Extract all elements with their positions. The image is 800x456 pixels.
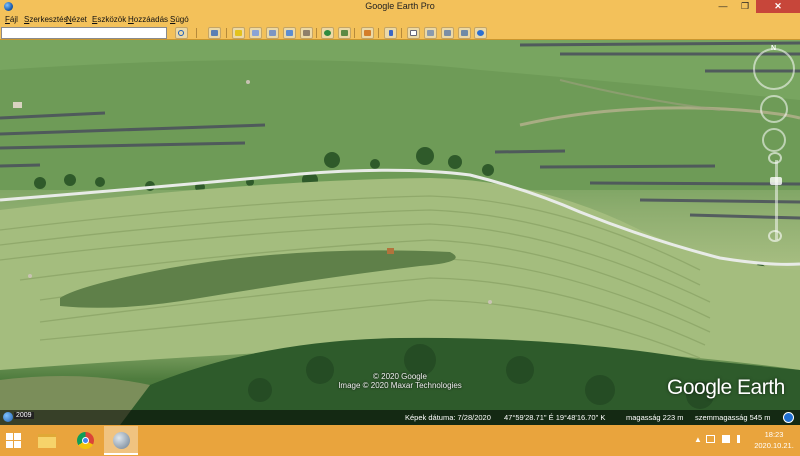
elevation: magasság 223 m — [626, 413, 684, 422]
restore-button[interactable]: ❐ — [734, 0, 756, 13]
street-view-pegman-icon[interactable] — [762, 128, 786, 152]
image-date: Képek dátuma: 7/28/2020 — [405, 413, 491, 422]
toolbar-separator — [354, 28, 355, 38]
historical-imagery-icon[interactable] — [3, 412, 13, 422]
menu-view[interactable]: Nézet — [66, 15, 87, 24]
sunlight-icon[interactable] — [338, 27, 351, 39]
search-icon[interactable] — [175, 27, 188, 39]
toolbar — [0, 26, 800, 40]
save-image-icon[interactable] — [441, 27, 454, 39]
menu-tools[interactable]: Eszközök — [92, 15, 126, 24]
look-joystick[interactable] — [753, 48, 795, 90]
placemark-icon[interactable] — [232, 27, 245, 39]
zoom-out-button[interactable] — [768, 230, 782, 242]
north-indicator[interactable]: N — [771, 45, 776, 52]
email-icon[interactable] — [407, 27, 420, 39]
menu-edit[interactable]: Szerkesztés — [24, 15, 68, 24]
print-icon[interactable] — [424, 27, 437, 39]
path-icon[interactable] — [266, 27, 279, 39]
imagery-year: 2009 — [14, 412, 34, 419]
menu-help[interactable]: Súgó — [170, 15, 189, 24]
ruler-icon[interactable] — [384, 27, 397, 39]
toolbar-separator — [316, 28, 317, 38]
volume-icon[interactable] — [737, 435, 744, 443]
maps-icon[interactable] — [458, 27, 471, 39]
system-clock[interactable]: 18:23 2020.10.21. — [752, 429, 796, 451]
tour-icon[interactable] — [300, 27, 313, 39]
toolbar-separator — [196, 28, 197, 38]
taskbar: ▲ 18:23 2020.10.21. — [0, 425, 800, 456]
coordinates: 47°59'28.71" É 19°48'16.70" K — [504, 413, 606, 422]
status-bar: 2009 Képek dátuma: 7/28/2020 47°59'28.71… — [0, 410, 800, 425]
close-button[interactable]: ✕ — [756, 0, 800, 13]
eye-altitude: szemmagasság 545 m — [695, 413, 771, 422]
battery-icon[interactable] — [722, 435, 730, 443]
menu-add[interactable]: Hozzáadás — [128, 15, 168, 24]
toolbar-separator — [401, 28, 402, 38]
windows-start-icon[interactable] — [6, 433, 22, 449]
zoom-slider-handle[interactable] — [770, 177, 782, 185]
title-bar: Google Earth Pro — ❐ ✕ — [0, 0, 800, 13]
show-hidden-icons-button[interactable]: ▲ — [694, 435, 702, 444]
toolbar-separator — [378, 28, 379, 38]
clock-time: 18:23 — [764, 430, 784, 439]
google-earth-gallery-icon[interactable] — [474, 27, 487, 39]
clock-date: 2020.10.21. — [754, 441, 794, 450]
satellite-imagery — [0, 40, 800, 425]
sidebar-toggle-icon[interactable] — [208, 27, 221, 39]
move-joystick[interactable] — [760, 95, 788, 123]
menu-file[interactable]: Fájl — [5, 15, 18, 24]
map-view[interactable]: N © 2020 Google Image © 2020 Maxar Techn… — [0, 40, 800, 425]
image-overlay-icon[interactable] — [283, 27, 296, 39]
polygon-icon[interactable] — [249, 27, 262, 39]
minimize-button[interactable]: — — [712, 0, 734, 13]
window-title: Google Earth Pro — [365, 1, 435, 11]
network-icon[interactable] — [706, 435, 715, 443]
zoom-slider[interactable] — [775, 160, 778, 240]
search-input[interactable] — [1, 27, 167, 39]
google-earth-logo: Google Earth — [667, 376, 785, 399]
planets-icon[interactable] — [361, 27, 374, 39]
chrome-icon[interactable] — [68, 426, 102, 455]
menu-bar: Fájl Szerkesztés Nézet Eszközök Hozzáadá… — [0, 13, 800, 26]
toolbar-separator — [226, 28, 227, 38]
streaming-indicator-icon — [783, 412, 794, 423]
google-earth-icon[interactable] — [104, 426, 138, 455]
file-explorer-icon[interactable] — [30, 426, 64, 455]
historical-imagery-icon[interactable] — [321, 27, 334, 39]
